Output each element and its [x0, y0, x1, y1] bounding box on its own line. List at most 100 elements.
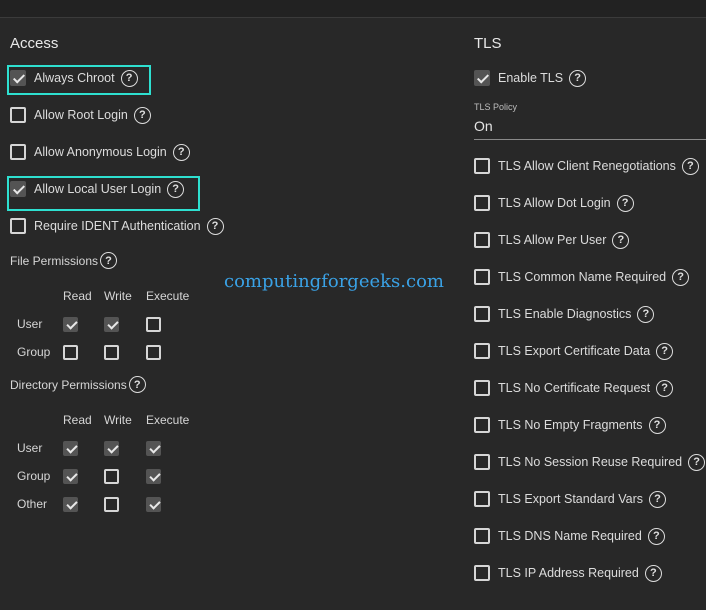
- tls-allow-dot-login-checkbox[interactable]: [474, 195, 490, 211]
- tls-option-tls-allow-client-renegotiations[interactable]: TLS Allow Client Renegotiations?: [474, 154, 699, 178]
- help-icon[interactable]: ?: [681, 157, 699, 175]
- file-user-execute-checkbox[interactable]: [146, 317, 161, 332]
- tls-policy-select[interactable]: On: [474, 118, 493, 134]
- tls-option-tls-no-empty-fragments[interactable]: TLS No Empty Fragments?: [474, 413, 666, 437]
- tls-allow-per-user-label: TLS Allow Per User: [498, 233, 607, 247]
- tls-option-tls-export-certificate-data[interactable]: TLS Export Certificate Data?: [474, 339, 674, 363]
- directory-permissions-label: Directory Permissions ?: [10, 376, 146, 393]
- help-icon[interactable]: ?: [647, 527, 665, 545]
- dir-group-execute-checkbox[interactable]: [146, 469, 161, 484]
- dir-user-write-checkbox[interactable]: [104, 441, 119, 456]
- help-icon[interactable]: ?: [656, 342, 674, 360]
- file-group-execute-checkbox[interactable]: [146, 345, 161, 360]
- tls-allow-per-user-checkbox[interactable]: [474, 232, 490, 248]
- access-option-require-ident-authentication[interactable]: Require IDENT Authentication ?: [10, 214, 224, 238]
- tls-no-session-reuse-required-checkbox[interactable]: [474, 454, 490, 470]
- file-permissions-column-read: Read: [63, 289, 92, 303]
- tls-allow-client-renegotiations-checkbox[interactable]: [474, 158, 490, 174]
- access-option-allow-root-login[interactable]: Allow Root Login ?: [10, 103, 151, 127]
- require-ident-authentication-checkbox[interactable]: [10, 218, 26, 234]
- access-option-allow-local-user-login[interactable]: Allow Local User Login ?: [10, 177, 185, 201]
- tls-export-certificate-data-checkbox[interactable]: [474, 343, 490, 359]
- file-group-read-checkbox[interactable]: [63, 345, 78, 360]
- help-icon[interactable]: ?: [688, 453, 706, 471]
- dir-other-read-checkbox[interactable]: [63, 497, 78, 512]
- help-icon[interactable]: ?: [644, 564, 662, 582]
- tls-allow-client-renegotiations-label: TLS Allow Client Renegotiations: [498, 159, 676, 173]
- directory-permissions-title: Directory Permissions: [10, 377, 127, 392]
- tls-option-tls-enable-diagnostics[interactable]: TLS Enable Diagnostics?: [474, 302, 655, 326]
- directory-permissions-row-group: Group: [17, 469, 51, 483]
- tls-enable-diagnostics-checkbox[interactable]: [474, 306, 490, 322]
- file-group-write-checkbox[interactable]: [104, 345, 119, 360]
- help-icon[interactable]: ?: [612, 231, 630, 249]
- allow-root-login-label: Allow Root Login: [34, 108, 128, 122]
- help-icon[interactable]: ?: [128, 376, 146, 393]
- directory-permissions-column-write: Write: [104, 413, 132, 427]
- directory-permissions-column-read: Read: [63, 413, 92, 427]
- dir-user-execute-checkbox[interactable]: [146, 441, 161, 456]
- help-icon[interactable]: ?: [648, 490, 666, 508]
- access-option-allow-anonymous-login[interactable]: Allow Anonymous Login ?: [10, 140, 190, 164]
- tls-ip-address-required-checkbox[interactable]: [474, 565, 490, 581]
- help-icon[interactable]: ?: [206, 217, 224, 235]
- tls-option-tls-no-certificate-request[interactable]: TLS No Certificate Request?: [474, 376, 674, 400]
- tls-option-enable-tls[interactable]: Enable TLS ?: [474, 66, 587, 90]
- allow-local-user-login-checkbox[interactable]: [10, 181, 26, 197]
- dir-group-read-checkbox[interactable]: [63, 469, 78, 484]
- tls-no-empty-fragments-checkbox[interactable]: [474, 417, 490, 433]
- dir-group-write-checkbox[interactable]: [104, 469, 119, 484]
- help-icon[interactable]: ?: [133, 106, 151, 124]
- tls-option-tls-export-standard-vars[interactable]: TLS Export Standard Vars?: [474, 487, 666, 511]
- dir-user-read-checkbox[interactable]: [63, 441, 78, 456]
- tls-option-tls-dns-name-required[interactable]: TLS DNS Name Required?: [474, 524, 665, 548]
- file-user-read-checkbox[interactable]: [63, 317, 78, 332]
- tls-common-name-required-checkbox[interactable]: [474, 269, 490, 285]
- file-user-write-checkbox[interactable]: [104, 317, 119, 332]
- tls-common-name-required-label: TLS Common Name Required: [498, 270, 667, 284]
- tls-export-certificate-data-label: TLS Export Certificate Data: [498, 344, 651, 358]
- dir-other-write-checkbox[interactable]: [104, 497, 119, 512]
- access-section-title: Access: [10, 35, 59, 52]
- tls-no-certificate-request-checkbox[interactable]: [474, 380, 490, 396]
- access-option-always-chroot[interactable]: Always Chroot ?: [10, 66, 138, 90]
- tls-policy-underline: [474, 139, 706, 140]
- tls-dns-name-required-checkbox[interactable]: [474, 528, 490, 544]
- tls-export-standard-vars-label: TLS Export Standard Vars: [498, 492, 643, 506]
- help-icon[interactable]: ?: [167, 180, 185, 198]
- tls-option-tls-no-session-reuse-required[interactable]: TLS No Session Reuse Required?: [474, 450, 706, 474]
- tls-no-session-reuse-required-label: TLS No Session Reuse Required: [498, 455, 683, 469]
- file-permissions-title: File Permissions: [10, 253, 99, 268]
- tls-option-tls-ip-address-required[interactable]: TLS IP Address Required?: [474, 561, 662, 585]
- file-permissions-label: File Permissions ?: [10, 252, 118, 269]
- dir-other-execute-checkbox[interactable]: [146, 497, 161, 512]
- allow-root-login-checkbox[interactable]: [10, 107, 26, 123]
- always-chroot-label: Always Chroot: [34, 71, 115, 85]
- help-icon[interactable]: ?: [656, 379, 674, 397]
- help-icon[interactable]: ?: [120, 69, 138, 87]
- help-icon[interactable]: ?: [637, 305, 655, 323]
- tls-dns-name-required-label: TLS DNS Name Required: [498, 529, 642, 543]
- help-icon[interactable]: ?: [100, 252, 118, 269]
- directory-permissions-row-user: User: [17, 441, 43, 455]
- tls-no-empty-fragments-label: TLS No Empty Fragments: [498, 418, 643, 432]
- enable-tls-label: Enable TLS: [498, 71, 564, 85]
- tls-section-title: TLS: [474, 35, 502, 52]
- file-permissions-row-user: User: [17, 317, 43, 331]
- tls-option-tls-allow-per-user[interactable]: TLS Allow Per User?: [474, 228, 630, 252]
- tls-option-tls-allow-dot-login[interactable]: TLS Allow Dot Login?: [474, 191, 634, 215]
- always-chroot-checkbox[interactable]: [10, 70, 26, 86]
- help-icon[interactable]: ?: [616, 194, 634, 212]
- help-icon[interactable]: ?: [569, 69, 587, 87]
- tls-option-tls-common-name-required[interactable]: TLS Common Name Required?: [474, 265, 690, 289]
- require-ident-authentication-label: Require IDENT Authentication: [34, 219, 201, 233]
- file-permissions-column-execute: Execute: [146, 289, 190, 303]
- tls-export-standard-vars-checkbox[interactable]: [474, 491, 490, 507]
- tls-enable-diagnostics-label: TLS Enable Diagnostics: [498, 307, 632, 321]
- enable-tls-checkbox[interactable]: [474, 70, 490, 86]
- help-icon[interactable]: ?: [172, 143, 190, 161]
- help-icon[interactable]: ?: [672, 268, 690, 286]
- help-icon[interactable]: ?: [648, 416, 666, 434]
- allow-anonymous-login-checkbox[interactable]: [10, 144, 26, 160]
- file-permissions-column-write: Write: [104, 289, 132, 303]
